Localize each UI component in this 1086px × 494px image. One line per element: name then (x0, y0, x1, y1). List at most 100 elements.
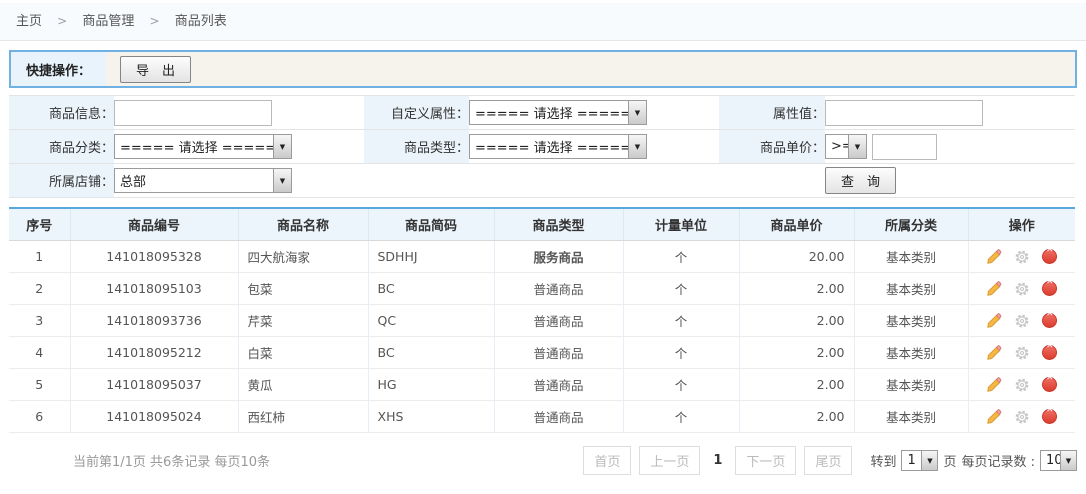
edit-pencil-icon[interactable] (986, 345, 1002, 361)
prev-page-button[interactable]: 上一页 (639, 446, 700, 475)
export-button[interactable]: 导 出 (120, 56, 191, 83)
filter-label-category: 商品分类： (9, 130, 114, 164)
cell-unit: 个 (623, 401, 739, 433)
delete-icon[interactable]: ✕ (1042, 345, 1057, 360)
cell-unit: 个 (623, 305, 739, 337)
chevron-down-icon: ▼ (628, 101, 646, 124)
category-select-value: ===== 请选择 ===== (115, 137, 273, 156)
cell-index: 4 (9, 337, 70, 369)
current-page-number: 1 (713, 453, 722, 468)
cell-name: 四大航海家 (238, 241, 368, 273)
breadcrumb-separator-icon: > (57, 14, 67, 28)
cell-short-code: HG (368, 369, 494, 401)
product-type-select[interactable]: ===== 请选择 ===== ▼ (469, 134, 647, 159)
settings-gear-icon[interactable] (1014, 281, 1030, 297)
breadcrumb-home[interactable]: 主页 (16, 14, 42, 29)
table-row: 6141018095024西红柿XHS普通商品个2.00基本类别 ✕ (9, 401, 1075, 433)
cell-short-code: BC (368, 337, 494, 369)
header-index: 序号 (9, 208, 70, 241)
last-page-button[interactable]: 尾页 (804, 446, 852, 475)
cell-price: 2.00 (739, 273, 854, 305)
edit-pencil-icon[interactable] (986, 377, 1002, 393)
cell-short-code: QC (368, 305, 494, 337)
cell-index: 1 (9, 241, 70, 273)
cell-name: 白菜 (238, 337, 368, 369)
cell-price: 2.00 (739, 337, 854, 369)
breadcrumb-product-list: 商品列表 (175, 14, 227, 29)
breadcrumb: 主页 > 商品管理 > 商品列表 (0, 3, 1086, 41)
delete-icon[interactable]: ✕ (1042, 409, 1057, 424)
edit-pencil-icon[interactable] (986, 409, 1002, 425)
header-code: 商品编号 (70, 208, 238, 241)
search-button[interactable]: 查 询 (825, 167, 896, 194)
chevron-down-icon: ▼ (273, 135, 291, 158)
breadcrumb-product-management[interactable]: 商品管理 (82, 14, 134, 29)
cell-type: 普通商品 (494, 369, 623, 401)
cell-ops: ✕ (968, 241, 1075, 273)
chevron-down-icon: ▼ (848, 135, 866, 158)
cell-type: 普通商品 (494, 305, 623, 337)
attr-value-input[interactable] (825, 100, 983, 126)
chevron-down-icon: ▼ (1060, 451, 1076, 470)
cell-short-code: XHS (368, 401, 494, 433)
filter-label-attr-value: 属性值： (719, 96, 825, 130)
cell-code: 141018093736 (70, 305, 238, 337)
cell-code: 141018095037 (70, 369, 238, 401)
header-category: 所属分类 (854, 208, 968, 241)
cell-category: 基本类别 (854, 273, 968, 305)
cell-ops: ✕ (968, 401, 1075, 433)
cell-code: 141018095212 (70, 337, 238, 369)
header-unit: 计量单位 (623, 208, 739, 241)
cell-ops: ✕ (968, 337, 1075, 369)
delete-icon[interactable]: ✕ (1042, 281, 1057, 296)
cell-index: 6 (9, 401, 70, 433)
page-size-value: 10 (1041, 453, 1060, 468)
chevron-down-icon: ▼ (273, 169, 291, 192)
filter-label-custom-attr: 自定义属性： (364, 96, 469, 130)
cell-unit: 个 (623, 369, 739, 401)
cell-type: 普通商品 (494, 273, 623, 305)
settings-gear-icon[interactable] (1014, 377, 1030, 393)
page-size-label: 每页记录数 : (961, 451, 1035, 470)
price-operator-select[interactable]: >= ▼ (825, 134, 867, 159)
price-input[interactable] (872, 134, 937, 160)
edit-pencil-icon[interactable] (986, 313, 1002, 329)
table-header-row: 序号 商品编号 商品名称 商品简码 商品类型 计量单位 商品单价 所属分类 操作 (9, 208, 1075, 241)
cell-type: 服务商品 (494, 241, 623, 273)
chevron-down-icon: ▼ (628, 135, 646, 158)
edit-pencil-icon[interactable] (986, 281, 1002, 297)
custom-attr-select[interactable]: ===== 请选择 ===== ▼ (469, 100, 647, 125)
goto-suffix: 页 (943, 451, 956, 470)
settings-gear-icon[interactable] (1014, 313, 1030, 329)
settings-gear-icon[interactable] (1014, 409, 1030, 425)
category-select[interactable]: ===== 请选择 ===== ▼ (114, 134, 292, 159)
pagination-summary: 当前第1/1页 共6条记录 每页10条 (73, 451, 270, 470)
first-page-button[interactable]: 首页 (583, 446, 631, 475)
cell-index: 2 (9, 273, 70, 305)
cell-category: 基本类别 (854, 305, 968, 337)
delete-icon[interactable]: ✕ (1042, 377, 1057, 392)
table-row: 5141018095037黄瓜HG普通商品个2.00基本类别 ✕ (9, 369, 1075, 401)
cell-category: 基本类别 (854, 369, 968, 401)
header-price: 商品单价 (739, 208, 854, 241)
filter-label-unit-price: 商品单价： (719, 130, 825, 164)
edit-pencil-icon[interactable] (986, 249, 1002, 265)
page-size-select[interactable]: 10 ▼ (1040, 450, 1077, 471)
settings-gear-icon[interactable] (1014, 345, 1030, 361)
settings-gear-icon[interactable] (1014, 249, 1030, 265)
price-operator-value: >= (826, 139, 848, 154)
delete-icon[interactable]: ✕ (1042, 249, 1057, 264)
product-info-input[interactable] (114, 100, 272, 126)
filter-label-product-type: 商品类型： (364, 130, 469, 164)
delete-icon[interactable]: ✕ (1042, 313, 1057, 328)
header-short-code: 商品简码 (368, 208, 494, 241)
cell-category: 基本类别 (854, 337, 968, 369)
cell-ops: ✕ (968, 305, 1075, 337)
cell-type: 普通商品 (494, 337, 623, 369)
goto-page-select[interactable]: 1 ▼ (901, 450, 938, 471)
cell-category: 基本类别 (854, 401, 968, 433)
store-select[interactable]: 总部 ▼ (114, 168, 292, 193)
cell-index: 5 (9, 369, 70, 401)
next-page-button[interactable]: 下一页 (735, 446, 796, 475)
chevron-down-icon: ▼ (921, 451, 937, 470)
